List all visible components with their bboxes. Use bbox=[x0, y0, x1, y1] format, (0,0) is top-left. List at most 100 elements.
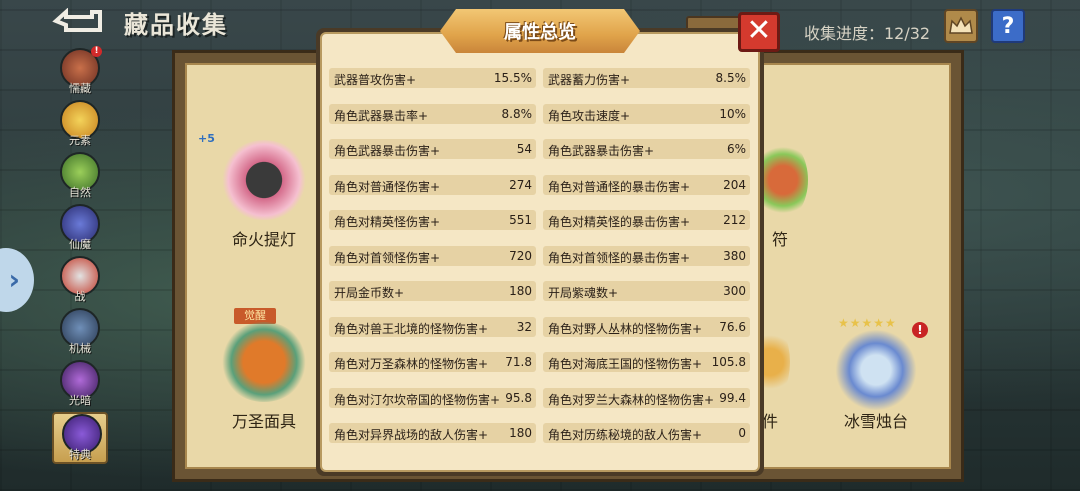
stat-value: 274 bbox=[509, 177, 532, 192]
collection-item-ice-candelabra[interactable]: ★★★★★ ! 冰雪烛台 bbox=[832, 316, 928, 431]
stat-label: 武器普攻伤害+ bbox=[334, 73, 417, 87]
stat-row: 角色武器暴击伤害+ 6% bbox=[543, 139, 750, 159]
stat-value: 105.8 bbox=[711, 355, 746, 369]
stat-value: 204 bbox=[723, 177, 746, 192]
crown-button[interactable] bbox=[944, 9, 978, 43]
sidebar-item-label: 懦藏 bbox=[69, 82, 91, 95]
stat-value: 6% bbox=[726, 142, 746, 156]
stat-row: 角色对兽王北境的怪物伤害+ 32 bbox=[329, 316, 536, 337]
stat-row: 角色对精英怪的暴击伤害+ 212 bbox=[543, 210, 750, 230]
stat-label: 开局金币数+ bbox=[334, 286, 405, 300]
stat-value: 15.5% bbox=[493, 71, 532, 85]
back-arrow-icon bbox=[52, 7, 102, 32]
close-button[interactable]: ✕ bbox=[738, 12, 780, 52]
stat-row: 武器蓄力伤害+ 8.5% bbox=[543, 68, 750, 88]
stat-row: 角色攻击速度+ 10% bbox=[543, 103, 750, 124]
stat-label: 角色对海底王国的怪物伤害+ bbox=[548, 357, 703, 371]
back-button[interactable] bbox=[52, 7, 104, 34]
sidebar-item-battle[interactable]: 战 bbox=[52, 256, 108, 308]
stat-row: 角色对普通怪伤害+ 274 bbox=[329, 174, 536, 195]
stat-value: 720 bbox=[509, 248, 532, 263]
collection-item-lantern[interactable]: +5 命火提灯 bbox=[198, 132, 308, 250]
stat-value: 212 bbox=[723, 213, 746, 227]
stat-label: 角色武器暴击伤害+ bbox=[334, 144, 441, 158]
stat-row: 开局金币数+ 180 bbox=[329, 281, 536, 301]
stat-value: 99.4 bbox=[719, 390, 746, 405]
close-icon: ✕ bbox=[746, 13, 772, 48]
sidebar-item-label: 光暗 bbox=[69, 394, 91, 407]
sidebar-item-mech[interactable]: 机械 bbox=[52, 308, 108, 360]
stat-row: 角色对汀尔坎帝国的怪物伤害+ 95.8 bbox=[329, 387, 536, 408]
stat-row: 角色武器暴击伤害+ 54 bbox=[329, 139, 536, 159]
stat-label: 角色对普通怪的暴击伤害+ bbox=[548, 179, 691, 194]
dialog-title: 属性总览 bbox=[504, 22, 576, 43]
stat-label: 角色对兽王北境的怪物伤害+ bbox=[334, 321, 489, 336]
stat-label: 角色攻击速度+ bbox=[548, 108, 631, 123]
sidebar-item-demon[interactable]: 仙魔 bbox=[52, 204, 108, 256]
help-icon: ? bbox=[1001, 13, 1015, 39]
stat-label: 角色武器暴击率+ bbox=[334, 108, 429, 123]
alert-badge: ! bbox=[912, 322, 928, 338]
sidebar-item-label: 元素 bbox=[69, 134, 91, 147]
stat-value: 180 bbox=[509, 284, 532, 298]
stat-row: 角色对首领怪的暴击伤害+ 380 bbox=[543, 245, 750, 266]
stat-row: 角色对首领怪伤害+ 720 bbox=[329, 245, 536, 266]
talisman-icon bbox=[758, 140, 808, 220]
stat-row: 角色对普通怪的暴击伤害+ 204 bbox=[543, 174, 750, 195]
item-name: 万圣面具 bbox=[231, 412, 296, 431]
stat-row: 角色对海底王国的怪物伤害+ 105.8 bbox=[543, 352, 750, 372]
stat-label: 角色对汀尔坎帝国的怪物伤害+ bbox=[334, 392, 501, 407]
collection-progress: 收集进度：12/32 bbox=[804, 24, 931, 43]
item-name: 命火提灯 bbox=[231, 230, 296, 249]
stat-value: 0 bbox=[738, 426, 746, 440]
stat-value: 76.6 bbox=[719, 319, 746, 334]
item-name: 冰雪烛台 bbox=[843, 412, 908, 431]
stat-label: 角色对野人丛林的怪物伤害+ bbox=[548, 321, 703, 336]
stat-label: 角色对精英怪的暴击伤害+ bbox=[548, 215, 691, 229]
stat-value: 10% bbox=[719, 106, 746, 121]
stat-label: 角色对普通怪伤害+ bbox=[334, 179, 441, 194]
stat-value: 54 bbox=[516, 142, 532, 156]
stat-value: 71.8 bbox=[505, 355, 532, 369]
chevron-right-icon: › bbox=[8, 263, 20, 296]
stat-value: 32 bbox=[516, 319, 532, 334]
stat-label: 角色对精英怪伤害+ bbox=[334, 215, 441, 229]
sidebar-item-nature[interactable]: 自然 bbox=[52, 152, 108, 204]
sidebar-item-label: 自然 bbox=[69, 186, 91, 199]
stat-value: 95.8 bbox=[505, 390, 532, 405]
sidebar-item-label: 战 bbox=[74, 290, 86, 303]
stat-label: 角色对罗兰大森林的怪物伤害+ bbox=[548, 392, 715, 407]
sidebar-item-light-dark[interactable]: 光暗 bbox=[52, 360, 108, 412]
sidebar-item-relic[interactable]: ! 懦藏 bbox=[52, 46, 108, 100]
stat-value: 300 bbox=[723, 284, 746, 298]
stat-row: 角色对精英怪伤害+ 551 bbox=[329, 210, 536, 230]
stat-label: 角色对万圣森林的怪物伤害+ bbox=[334, 357, 489, 371]
pumpkin-icon bbox=[220, 322, 308, 402]
stat-row: 角色对罗兰大森林的怪物伤害+ 99.4 bbox=[543, 387, 750, 408]
stat-row: 角色武器暴击率+ 8.8% bbox=[329, 103, 536, 124]
stat-row: 开局紫魂数+ 300 bbox=[543, 281, 750, 301]
sidebar-item-label: 仙魔 bbox=[69, 238, 91, 251]
stat-row: 角色对异界战场的敌人伤害+ 180 bbox=[329, 423, 536, 443]
stat-value: 180 bbox=[509, 426, 532, 440]
stat-row: 武器普攻伤害+ 15.5% bbox=[329, 68, 536, 88]
stat-value: 380 bbox=[723, 248, 746, 263]
stat-value: 8.5% bbox=[715, 71, 747, 85]
sidebar-item-element[interactable]: 元素 bbox=[52, 100, 108, 152]
stat-label: 角色对异界战场的敌人伤害+ bbox=[334, 428, 489, 442]
stat-row: 角色对万圣森林的怪物伤害+ 71.8 bbox=[329, 352, 536, 372]
star-rating: ★★★★★ bbox=[838, 316, 897, 330]
sidebar-item-special[interactable]: 特典 bbox=[52, 412, 108, 464]
help-button[interactable]: ? bbox=[991, 9, 1025, 43]
level-up-indicator: +5 bbox=[198, 132, 215, 145]
stat-label: 角色对首领怪伤害+ bbox=[334, 250, 441, 265]
stat-row: 角色对野人丛林的怪物伤害+ 76.6 bbox=[543, 316, 750, 337]
collection-item-halloween-mask[interactable]: 觉醒 万圣面具 bbox=[220, 308, 308, 432]
alert-badge: ! bbox=[91, 46, 102, 57]
stat-row: 角色对历练秘境的敌人伤害+ 0 bbox=[543, 423, 750, 443]
sidebar-item-label: 特典 bbox=[69, 448, 91, 461]
stat-label: 武器蓄力伤害+ bbox=[548, 73, 631, 87]
stat-label: 角色对历练秘境的敌人伤害+ bbox=[548, 428, 703, 442]
lantern-icon bbox=[220, 140, 308, 220]
page-title: 藏品收集 bbox=[124, 11, 228, 39]
